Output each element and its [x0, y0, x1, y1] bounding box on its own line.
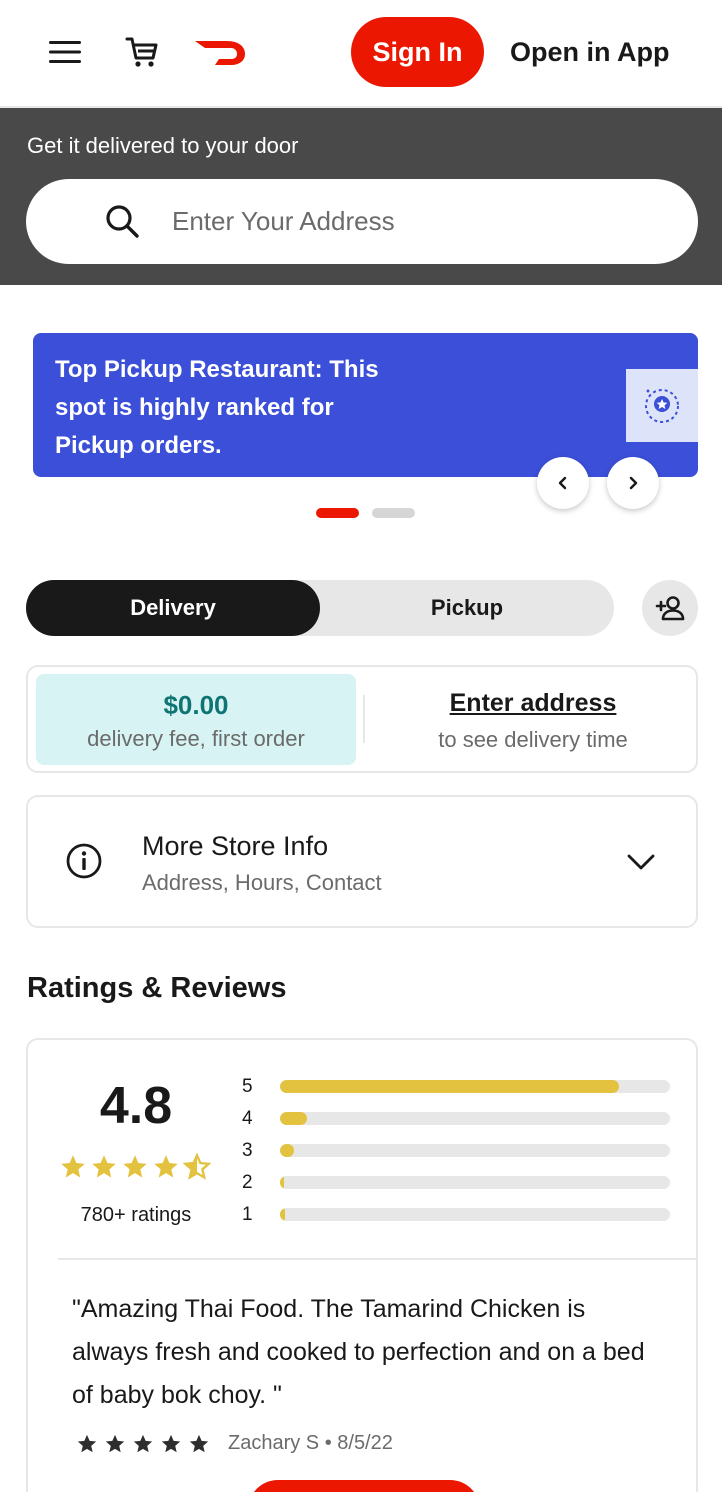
delivery-fee-block: $0.00 delivery fee, first order — [36, 674, 356, 765]
star-icon — [189, 1434, 209, 1452]
cart-icon[interactable] — [120, 30, 164, 74]
rating-bar-fill — [280, 1176, 284, 1189]
rating-row-3: 3 — [242, 1138, 682, 1170]
star-icon — [183, 1153, 211, 1180]
ratings-card: 4.8 780+ ratings 5 4 3 2 1 "Amazing Thai… — [26, 1038, 698, 1492]
star-icon — [92, 1155, 116, 1178]
tab-delivery[interactable]: Delivery — [26, 580, 320, 636]
store-info-title: More Store Info — [142, 831, 329, 861]
divider — [58, 1258, 698, 1260]
rating-row-label: 3 — [242, 1140, 253, 1161]
promo-text: Top Pickup Restaurant: This spot is high… — [55, 356, 379, 459]
chevron-left-icon — [558, 476, 567, 490]
store-info-subtitle: Address, Hours, Contact — [142, 870, 382, 895]
delivery-fee-description: delivery fee, first order — [87, 726, 305, 751]
store-info-expander[interactable]: More Store Info Address, Hours, Contact — [26, 795, 698, 928]
carousel-indicator-2[interactable] — [372, 508, 415, 518]
delivery-fee-amount: $0.00 — [163, 690, 229, 720]
doordash-logo-icon[interactable] — [192, 34, 248, 70]
star-icon — [105, 1434, 125, 1452]
address-banner-title: Get it delivered to your door — [27, 133, 299, 158]
rating-distribution: 5 4 3 2 1 — [242, 1074, 682, 1234]
star-icon — [154, 1155, 178, 1178]
star-icon — [61, 1155, 85, 1178]
search-icon — [104, 203, 140, 239]
divider — [363, 695, 365, 743]
rating-row-4: 4 — [242, 1106, 682, 1138]
rating-bar-track — [280, 1112, 670, 1125]
view-more-reviews-button[interactable] — [248, 1480, 480, 1492]
star-icon — [161, 1434, 181, 1452]
delivery-time-block: Enter address to see delivery time — [368, 667, 698, 771]
rating-bar-fill — [280, 1144, 294, 1157]
rating-row-5: 5 — [242, 1074, 682, 1106]
ratings-heading: Ratings & Reviews — [27, 972, 287, 1004]
rating-bar-fill — [280, 1080, 620, 1093]
carousel-indicator-1[interactable] — [316, 508, 359, 518]
carousel-prev-button[interactable] — [537, 457, 589, 509]
average-rating: 4.8 — [99, 1077, 173, 1135]
address-input[interactable] — [172, 199, 672, 243]
average-rating-stars — [59, 1153, 219, 1183]
rating-row-1: 1 — [242, 1202, 682, 1234]
rating-bar-track — [280, 1176, 670, 1189]
rating-row-label: 2 — [242, 1172, 253, 1193]
rating-row-label: 4 — [242, 1108, 253, 1129]
rating-bar-fill — [280, 1112, 308, 1125]
open-in-app-link[interactable]: Open in App — [510, 17, 669, 87]
tab-pickup[interactable]: Pickup — [320, 580, 614, 636]
chevron-right-icon — [629, 476, 638, 490]
review-text: "Amazing Thai Food. The Tamarind Chicken… — [72, 1295, 645, 1409]
rating-bar-track — [280, 1144, 670, 1157]
review-stars — [76, 1433, 210, 1455]
enter-address-link[interactable]: Enter address — [368, 689, 698, 718]
address-search-box[interactable] — [26, 179, 698, 264]
carousel-next-button[interactable] — [607, 457, 659, 509]
rating-row-label: 5 — [242, 1076, 253, 1097]
chevron-down-icon — [626, 847, 656, 877]
fulfillment-toggle: Delivery Pickup — [26, 580, 614, 636]
rating-row-label: 1 — [242, 1204, 253, 1225]
rating-bar-fill — [280, 1208, 286, 1221]
group-order-button[interactable] — [642, 580, 698, 636]
add-person-icon — [655, 596, 685, 621]
star-icon — [77, 1434, 97, 1452]
promo-banner: Top Pickup Restaurant: This spot is high… — [33, 333, 698, 477]
rating-row-2: 2 — [242, 1170, 682, 1202]
award-badge-icon — [626, 369, 698, 442]
star-icon — [123, 1155, 147, 1178]
delivery-time-hint: to see delivery time — [438, 727, 628, 752]
sign-in-button[interactable]: Sign In — [351, 17, 484, 87]
rating-bar-track — [280, 1080, 670, 1093]
star-icon — [133, 1434, 153, 1452]
review-meta: Zachary S • 8/5/22 — [76, 1432, 393, 1455]
rating-count: 780+ ratings — [80, 1204, 192, 1226]
rating-bar-track — [280, 1208, 670, 1221]
menu-icon[interactable] — [44, 32, 86, 72]
review-author: Zachary S • 8/5/22 — [228, 1432, 393, 1454]
info-icon — [66, 841, 106, 881]
top-nav: Sign In Open in App — [0, 0, 722, 108]
delivery-fee-card: $0.00 delivery fee, first order Enter ad… — [26, 665, 698, 773]
